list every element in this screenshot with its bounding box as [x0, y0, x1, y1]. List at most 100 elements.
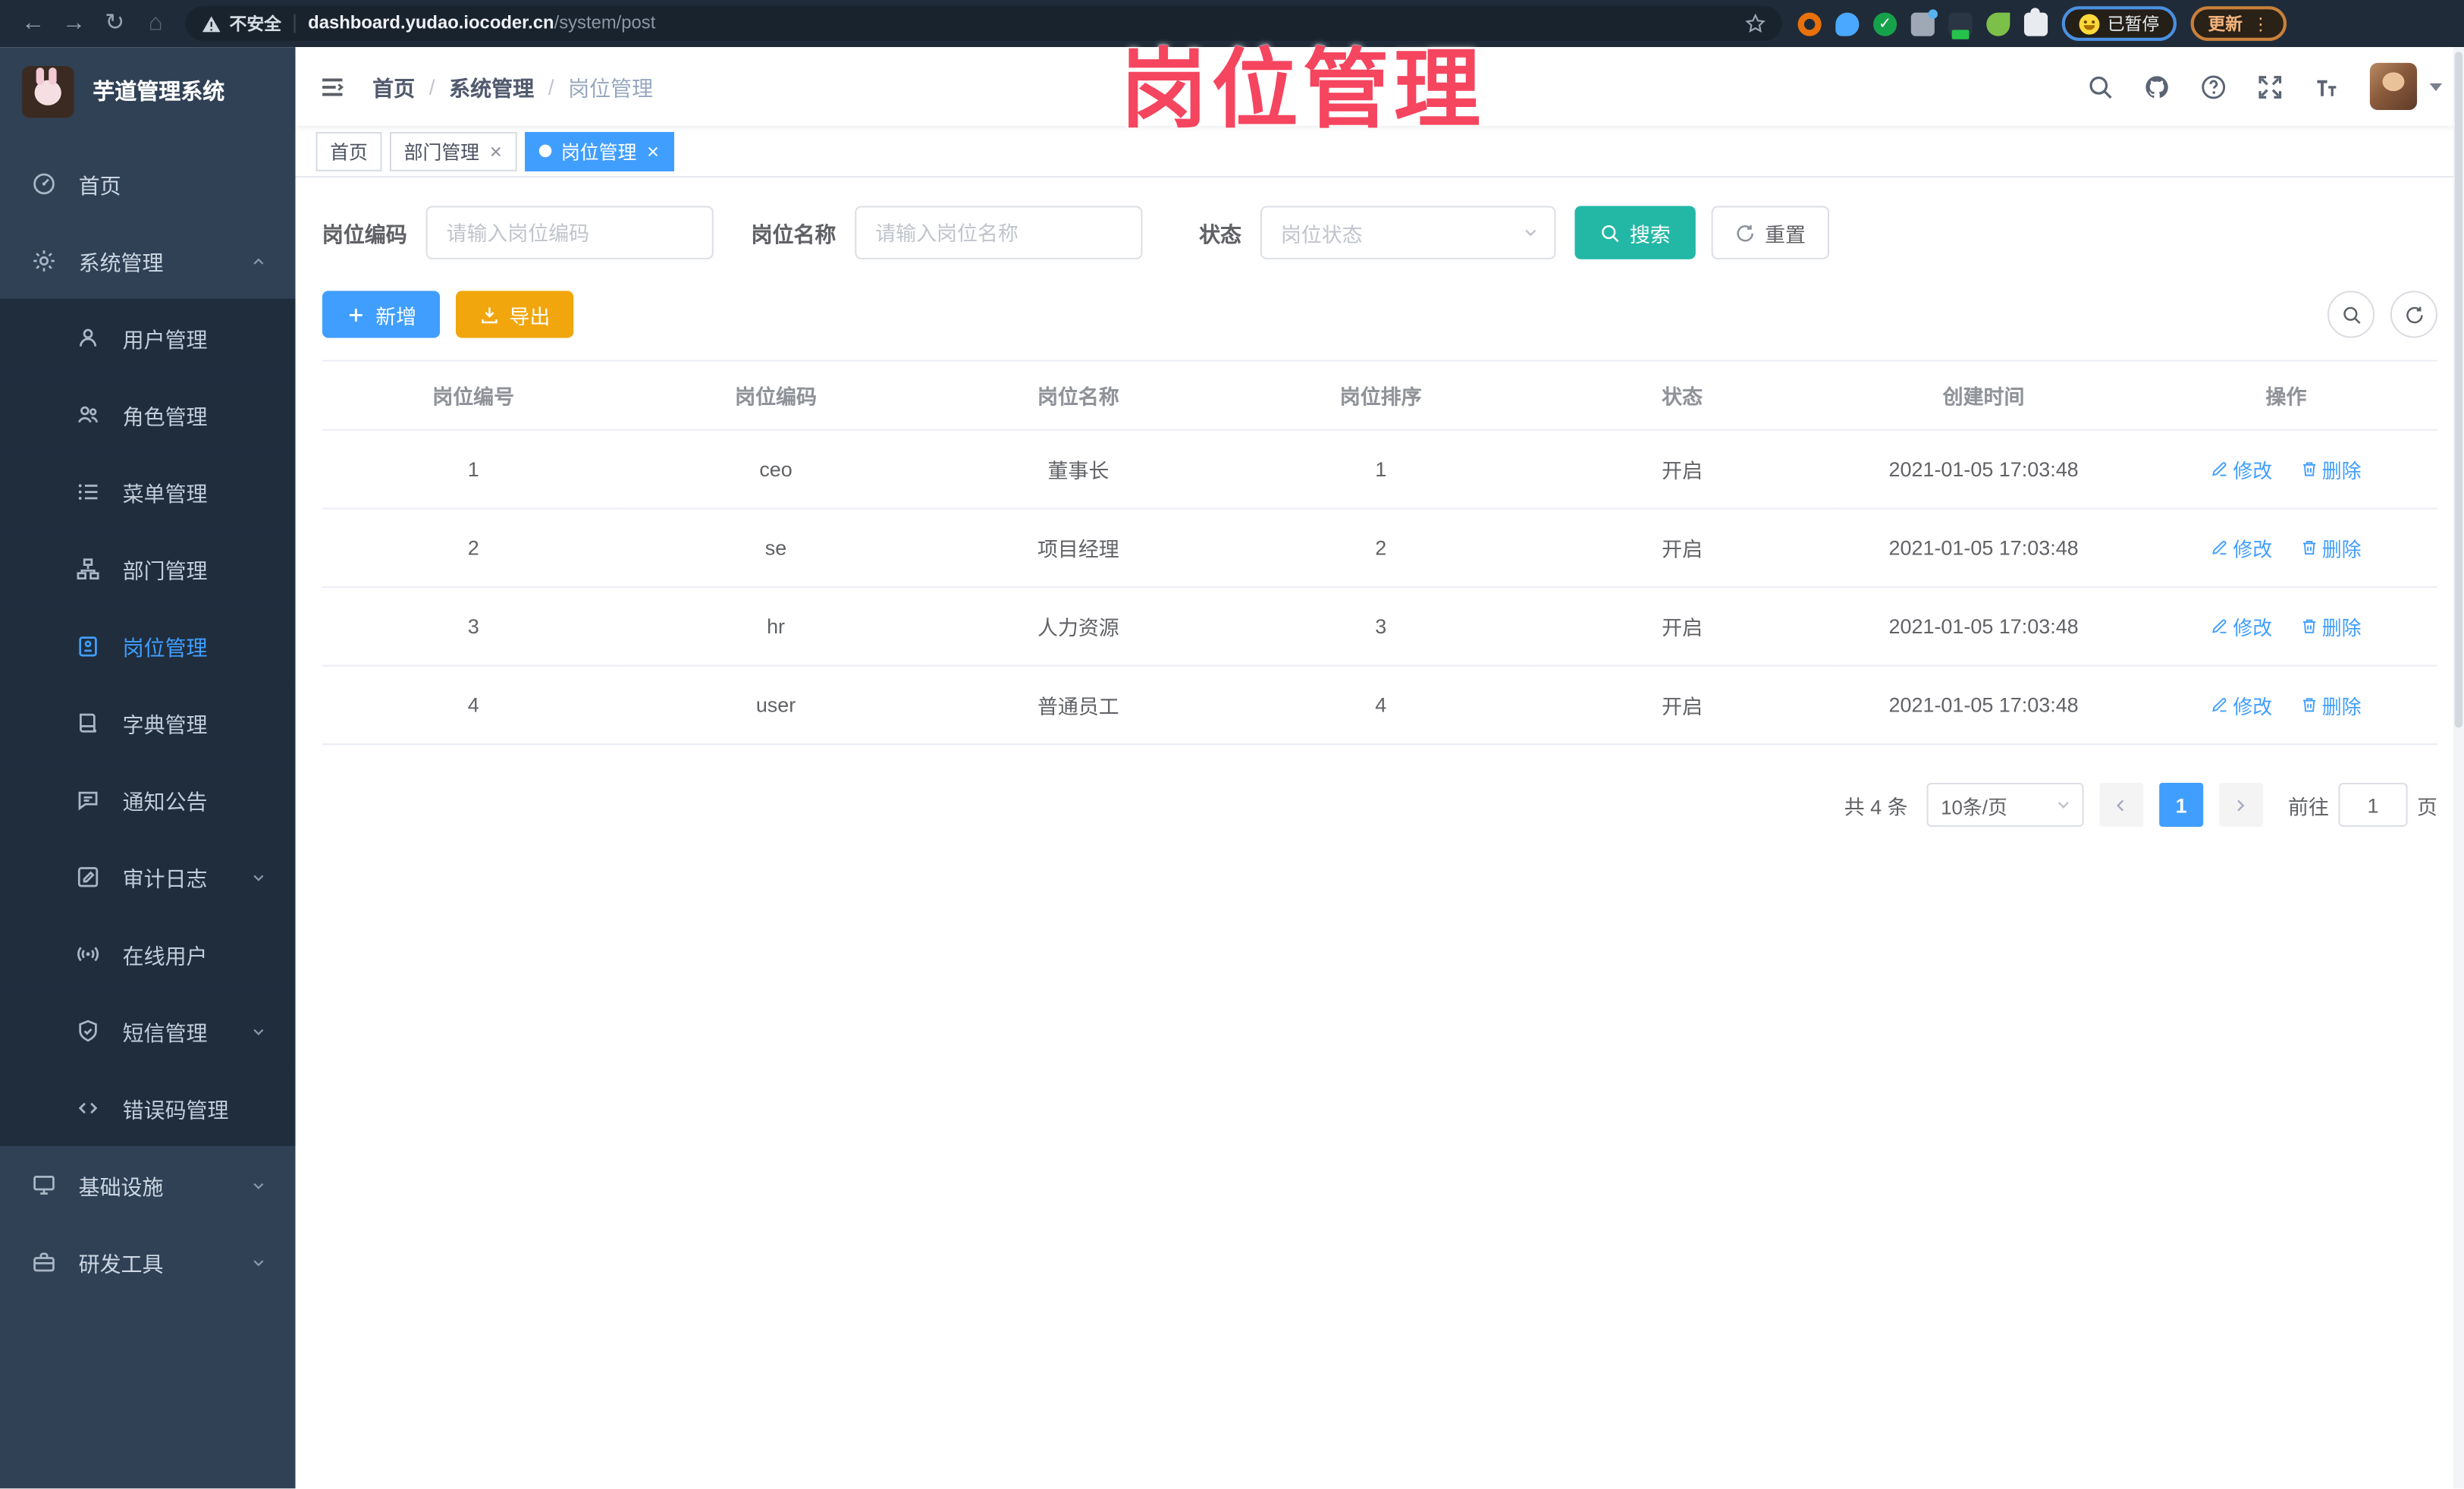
refresh-table-button[interactable] — [2390, 291, 2437, 338]
post-name-label: 岗位名称 — [751, 223, 837, 247]
breadcrumb-home[interactable]: 首页 — [372, 71, 415, 102]
browser-reload-icon[interactable]: ↻ — [94, 0, 135, 47]
edit-link[interactable]: 修改 — [2211, 532, 2272, 562]
tags-view-tab-2[interactable]: 岗位管理 — [525, 131, 675, 171]
sidebar-item-1[interactable]: 系统管理 — [0, 221, 296, 299]
post-name-input[interactable] — [855, 206, 1143, 259]
extension-sprout-icon[interactable] — [1986, 11, 2010, 36]
sidebar-item-5[interactable]: 部门管理 — [0, 529, 296, 607]
prev-page-button[interactable] — [2099, 782, 2144, 827]
search-button[interactable]: 搜索 — [1574, 206, 1696, 259]
extension-dark-icon[interactable] — [1948, 11, 1973, 39]
extension-gray-icon[interactable] — [1910, 8, 1938, 36]
cell-created-time: 2021-01-05 17:03:48 — [1832, 665, 2136, 746]
goto-page-input[interactable] — [2338, 782, 2408, 827]
scrollbar-thumb[interactable] — [2454, 52, 2463, 728]
github-icon[interactable] — [2143, 73, 2170, 99]
logo-row[interactable]: 芋道管理系统 — [0, 47, 296, 135]
delete-link[interactable]: 删除 — [2300, 690, 2362, 720]
post-code-label: 岗位编码 — [322, 223, 407, 247]
sidebar-item-active-6[interactable]: 岗位管理 — [0, 606, 296, 684]
sidebar-item-7[interactable]: 字典管理 — [0, 683, 296, 761]
add-button-label: 新增 — [375, 303, 417, 328]
sidebar-item-8[interactable]: 通知公告 — [0, 760, 296, 838]
chevron-icon — [250, 1254, 267, 1271]
sidebar-item-10[interactable]: 在线用户 — [0, 915, 296, 992]
sidebar-item-12[interactable]: 错误码管理 — [0, 1069, 296, 1146]
delete-link[interactable]: 删除 — [2300, 454, 2362, 484]
toggle-search-button[interactable] — [2327, 291, 2375, 338]
header-search-icon[interactable] — [2087, 73, 2114, 99]
paused-badge[interactable]: 已暂停 — [2061, 6, 2177, 41]
sidebar-item-14[interactable]: 研发工具 — [0, 1223, 296, 1300]
page-unit-label: 页 — [2417, 794, 2437, 818]
menu-item-label: 部门管理 — [122, 558, 208, 583]
address-bar[interactable]: 不安全 dashboard.yudao.iocoder.cn /system/p… — [185, 6, 1782, 41]
edit-link[interactable]: 修改 — [2211, 454, 2272, 484]
chevron-down-icon — [2054, 796, 2073, 815]
tags-view-tab-0[interactable]: 首页 — [315, 131, 382, 171]
page-size-select[interactable]: 10条/页 — [1926, 782, 2084, 827]
browser-menu-dots-icon[interactable]: ⋮ — [2252, 14, 2269, 34]
status-select[interactable]: 岗位状态 — [1260, 206, 1556, 259]
post-code-input[interactable] — [425, 206, 714, 259]
page-scrollbar[interactable] — [2453, 47, 2464, 1489]
browser-update-button[interactable]: 更新 ⋮ — [2190, 6, 2287, 41]
dict-book-icon — [75, 710, 100, 735]
breadcrumb-current: 岗位管理 — [568, 77, 654, 101]
edit-pen-icon — [2211, 460, 2228, 478]
reset-button[interactable]: 重置 — [1711, 206, 1830, 259]
menu-item-label: 字典管理 — [122, 712, 208, 737]
sidebar-item-9[interactable]: 审计日志 — [0, 837, 296, 916]
sidebar-item-0[interactable]: 首页 — [0, 145, 296, 222]
close-icon[interactable] — [489, 144, 504, 159]
font-size-icon[interactable] — [2313, 73, 2340, 99]
extensions-puzzle-icon[interactable] — [2023, 7, 2048, 36]
bookmark-star-icon[interactable] — [1744, 13, 1766, 35]
chevron-icon — [250, 1176, 267, 1194]
user-avatar[interactable] — [2369, 62, 2418, 111]
cell-post-status: 开启 — [1532, 586, 1833, 667]
browser-back-icon[interactable]: ← — [13, 0, 54, 47]
extension-check-icon[interactable]: ✓ — [1873, 11, 1897, 36]
sidebar-item-3[interactable]: 角色管理 — [0, 375, 296, 453]
column-header-2: 岗位名称 — [927, 360, 1230, 431]
cell-post-name: 人力资源 — [927, 586, 1230, 667]
fullscreen-icon[interactable] — [2257, 73, 2284, 99]
avatar-caret-down-icon[interactable] — [2429, 82, 2443, 91]
gear-icon — [31, 247, 56, 272]
cell-post-code: se — [624, 508, 928, 589]
hamburger-icon[interactable] — [318, 73, 347, 99]
add-button[interactable]: 新增 — [322, 291, 441, 338]
refresh-icon — [1735, 222, 1756, 243]
reset-button-label: 重置 — [1765, 222, 1806, 247]
delete-link[interactable]: 删除 — [2300, 532, 2362, 562]
help-icon[interactable] — [2200, 73, 2227, 99]
page-number-button[interactable]: 1 — [2159, 782, 2204, 827]
tags-view-tab-1[interactable]: 部门管理 — [389, 131, 517, 171]
sidebar-item-13[interactable]: 基础设施 — [0, 1146, 296, 1224]
menu-item-label: 通知公告 — [122, 790, 208, 814]
extension-drop-icon[interactable] — [1835, 11, 1860, 36]
user-icon — [75, 325, 100, 350]
browser-home-icon[interactable]: ⌂ — [135, 0, 176, 47]
next-page-button[interactable] — [2218, 782, 2263, 827]
breadcrumb-system[interactable]: 系统管理 — [449, 71, 534, 102]
chevron-icon — [250, 869, 267, 886]
edit-link[interactable]: 修改 — [2211, 611, 2272, 641]
trash-icon — [2300, 696, 2318, 714]
status-label: 状态 — [1199, 223, 1242, 247]
column-header-6: 操作 — [2135, 360, 2437, 431]
edit-link[interactable]: 修改 — [2211, 690, 2272, 720]
export-button[interactable]: 导出 — [455, 291, 574, 338]
notice-icon — [75, 787, 100, 812]
breadcrumb-separator: / — [428, 74, 435, 99]
close-icon[interactable] — [646, 144, 661, 159]
sidebar-item-11[interactable]: 短信管理 — [0, 991, 296, 1070]
browser-forward-icon[interactable]: → — [53, 0, 94, 47]
pagination-total: 共 4 条 — [1844, 794, 1908, 818]
delete-link[interactable]: 删除 — [2300, 611, 2362, 641]
sidebar-item-4[interactable]: 菜单管理 — [0, 452, 296, 530]
extension-orange-icon[interactable] — [1797, 11, 1822, 36]
sidebar-item-2[interactable]: 用户管理 — [0, 298, 296, 376]
